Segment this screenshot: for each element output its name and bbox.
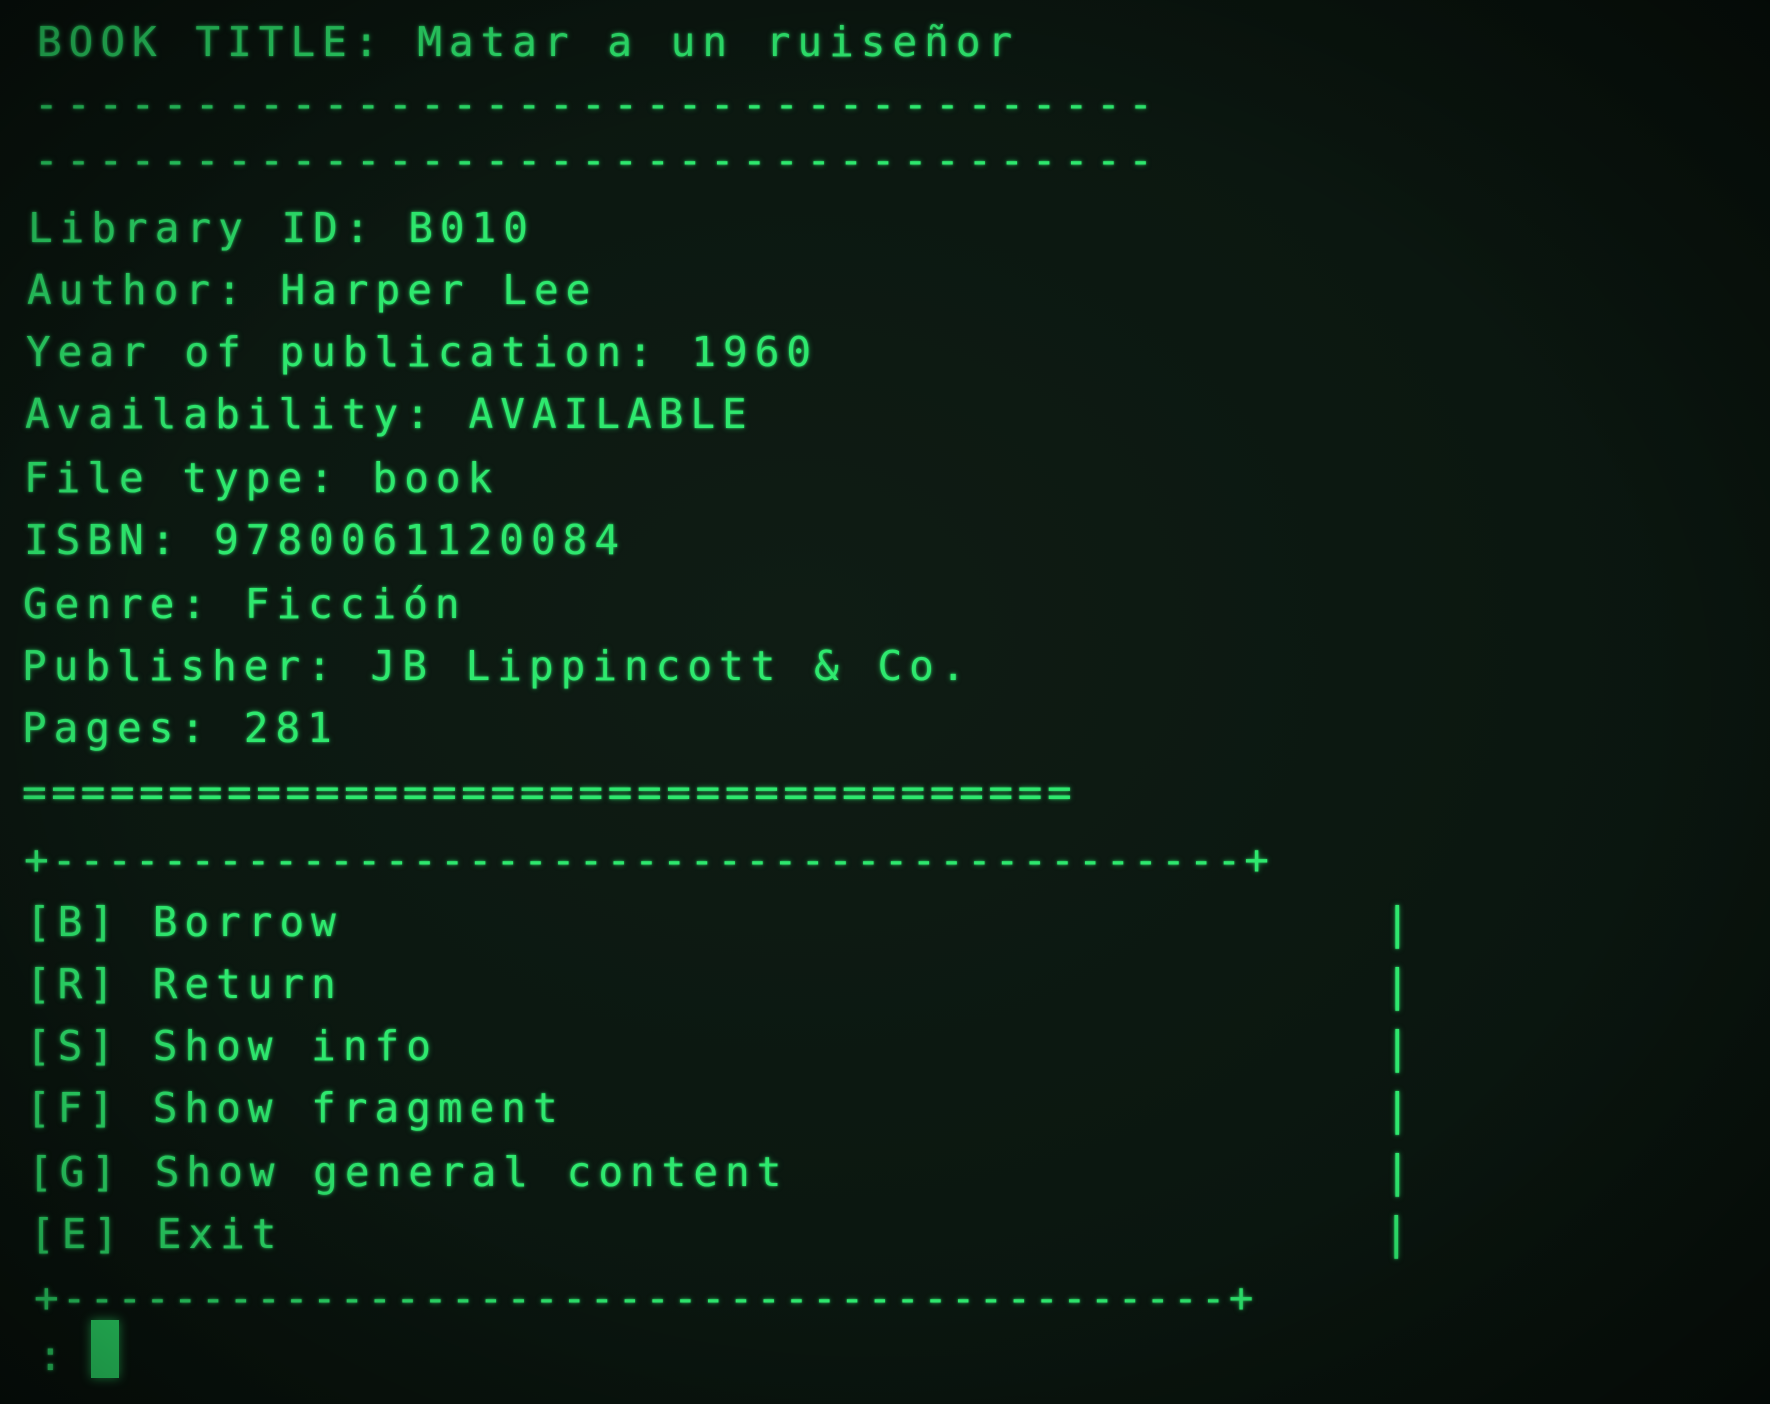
dash-divider-bottom: ----------------------------------- bbox=[34, 136, 1161, 184]
menu-bottom-border: +---------------------------------------… bbox=[34, 1274, 1257, 1322]
menu-right-border: | bbox=[1384, 898, 1411, 949]
menu-right-border: | bbox=[1383, 1208, 1410, 1259]
library-id-field: Library ID: B010 bbox=[28, 204, 535, 252]
availability-field: Availability: AVAILABLE bbox=[25, 390, 754, 438]
menu-item-show-general-content[interactable]: [G] Show general content bbox=[28, 1152, 788, 1193]
pages-field: Pages: 281 bbox=[22, 704, 339, 752]
terminal-screen: BOOK TITLE: Matar a un ruiseñor --------… bbox=[0, 0, 1770, 1404]
menu-right-border: | bbox=[1384, 1146, 1411, 1197]
text-cursor[interactable] bbox=[91, 1320, 119, 1378]
book-title-line: BOOK TITLE: Matar a un ruiseñor bbox=[37, 18, 1020, 66]
dash-divider-top: ----------------------------------- bbox=[34, 80, 1161, 128]
menu-right-border: | bbox=[1384, 1022, 1411, 1073]
menu-item-exit[interactable]: [E] Exit bbox=[30, 1214, 283, 1255]
author-field: Author: Harper Lee bbox=[27, 266, 598, 314]
year-field: Year of publication: 1960 bbox=[26, 328, 819, 376]
menu-item-return[interactable]: [R] Return bbox=[26, 964, 343, 1005]
isbn-field: ISBN: 9780061120084 bbox=[24, 516, 626, 564]
input-prompt: : bbox=[38, 1332, 63, 1380]
publisher-field: Publisher: JB Lippincott & Co. bbox=[22, 642, 973, 690]
menu-item-borrow[interactable]: [B] Borrow bbox=[26, 902, 343, 943]
menu-item-show-info[interactable]: [S] Show info bbox=[26, 1026, 438, 1067]
menu-right-border: | bbox=[1384, 1084, 1411, 1135]
menu-item-show-fragment[interactable]: [F] Show fragment bbox=[26, 1088, 565, 1129]
file-type-field: File type: book bbox=[24, 454, 500, 502]
equals-separator: ==================================== bbox=[22, 768, 1077, 816]
genre-field: Genre: Ficción bbox=[23, 580, 467, 628]
menu-top-border: +---------------------------------------… bbox=[24, 836, 1273, 884]
menu-right-border: | bbox=[1384, 960, 1411, 1011]
